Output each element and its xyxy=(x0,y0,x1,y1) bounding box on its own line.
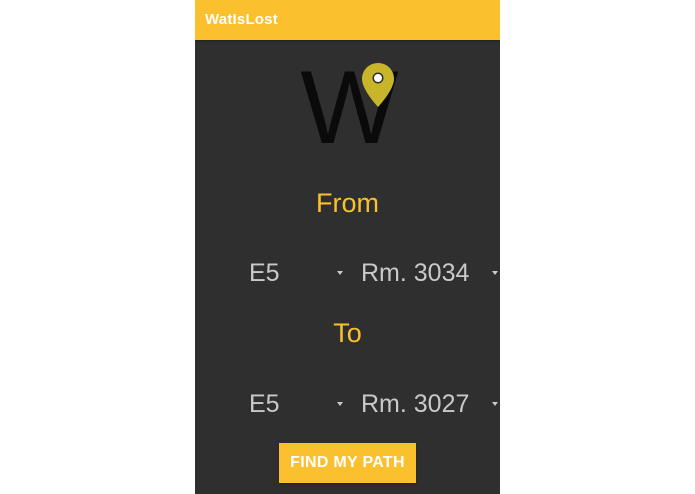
app-title: WatIsLost xyxy=(205,11,278,28)
to-room-value: Rm. 3027 xyxy=(361,390,470,418)
find-my-path-button[interactable]: FIND MY PATH xyxy=(279,443,416,483)
app-screen: WatIsLost W From E5 Rm. 3034 To E5 Rm. 3… xyxy=(195,0,500,494)
app-logo: W xyxy=(287,50,412,166)
from-room-dropdown[interactable]: Rm. 3034 xyxy=(361,255,500,295)
to-building-dropdown[interactable]: E5 xyxy=(249,386,349,426)
dropdown-caret-icon xyxy=(337,402,343,406)
dropdown-caret-icon xyxy=(492,402,498,406)
from-building-dropdown[interactable]: E5 xyxy=(249,255,349,295)
to-label: To xyxy=(333,318,362,348)
to-building-value: E5 xyxy=(249,390,280,418)
from-label: From xyxy=(316,188,379,218)
dropdown-caret-icon xyxy=(492,271,498,275)
from-building-value: E5 xyxy=(249,259,280,287)
map-pin-icon xyxy=(362,63,394,107)
app-bar: WatIsLost xyxy=(195,0,500,40)
dropdown-caret-icon xyxy=(337,271,343,275)
to-room-dropdown[interactable]: Rm. 3027 xyxy=(361,386,500,426)
from-room-value: Rm. 3034 xyxy=(361,259,470,287)
